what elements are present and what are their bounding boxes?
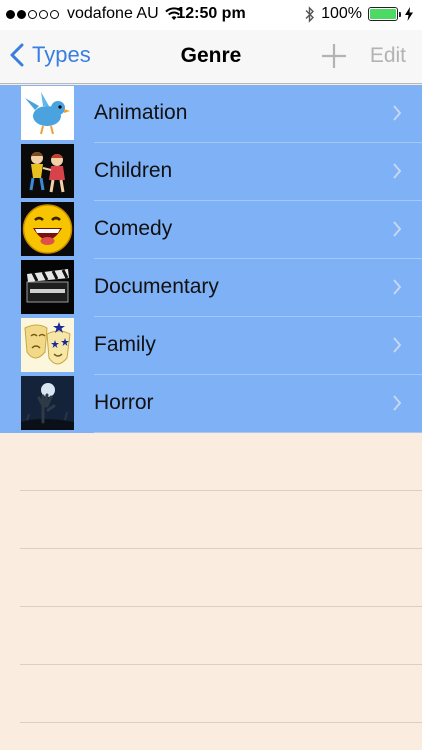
chevron-right-icon (393, 395, 402, 411)
navigation-bar: Types Genre Edit (0, 30, 422, 84)
list-item-comedy[interactable]: Comedy (0, 201, 422, 259)
list-item-horror[interactable]: Horror (0, 375, 422, 433)
add-icon[interactable] (320, 42, 348, 70)
bluetooth-icon (305, 5, 315, 23)
chevron-right-icon (393, 105, 402, 121)
row-separator (20, 664, 422, 665)
zombie-hand-icon (21, 376, 74, 430)
dancing-children-icon (21, 144, 74, 198)
chevron-right-icon (393, 163, 402, 179)
row-separator (20, 490, 422, 491)
edit-button[interactable]: Edit (370, 44, 406, 68)
list-item-documentary[interactable]: Documentary (0, 259, 422, 317)
list-item-animation[interactable]: Animation (0, 85, 422, 143)
back-button[interactable]: Types (10, 42, 91, 68)
list-item-label: Horror (94, 391, 154, 414)
charging-icon (405, 7, 413, 21)
list-item-children[interactable]: Children (0, 143, 422, 201)
list-item-family[interactable]: Family (0, 317, 422, 375)
list-item-label: Family (94, 333, 156, 356)
laughing-face-icon (21, 202, 74, 256)
status-bar: vodafone AU 12:50 pm 100% (0, 0, 422, 30)
list-item-label: Comedy (94, 217, 173, 240)
row-separator (20, 606, 422, 607)
genre-list: Animation Children Comedy Documentary Fa… (0, 85, 422, 433)
battery-icon (368, 7, 401, 21)
battery-percentage: 100% (321, 5, 362, 22)
row-separator (20, 722, 422, 723)
chevron-right-icon (393, 279, 402, 295)
list-item-label: Documentary (94, 275, 219, 298)
status-right: 100% (305, 5, 414, 23)
row-separator (20, 548, 422, 549)
empty-list-area (0, 433, 422, 750)
blue-bird-icon (21, 86, 74, 140)
back-button-label: Types (32, 42, 91, 67)
clapperboard-icon (21, 260, 74, 314)
list-item-label: Children (94, 159, 173, 182)
chevron-left-icon (10, 43, 24, 67)
chevron-right-icon (393, 221, 402, 237)
theater-masks-icon (21, 318, 74, 372)
chevron-right-icon (393, 337, 402, 353)
list-item-label: Animation (94, 101, 188, 124)
